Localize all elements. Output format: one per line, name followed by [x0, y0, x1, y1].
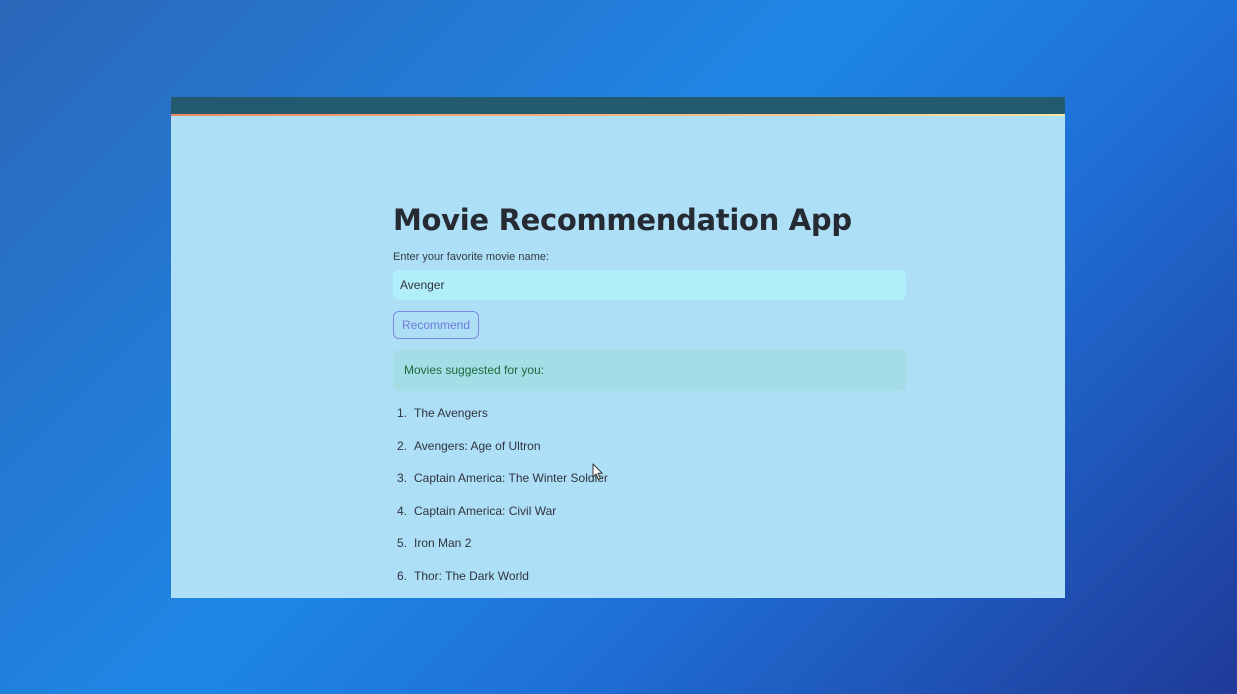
list-item-number: 1. [397, 406, 408, 420]
list-item-number: 3. [397, 471, 408, 485]
app-window: Movie Recommendation App Enter your favo… [171, 97, 1065, 598]
success-alert: Movies suggested for you: [393, 350, 906, 391]
movie-title: Iron Man 2 [414, 536, 472, 550]
movie-title: Thor: The Dark World [414, 568, 529, 583]
mouse-pointer-icon [592, 463, 603, 480]
recommend-button[interactable]: Recommend [393, 311, 480, 339]
movie-name-input[interactable]: Avenger [393, 270, 906, 300]
list-item-number: 4. [397, 503, 408, 518]
list-item: 5. Iron Man 2 [393, 527, 906, 560]
header-accent-line [171, 114, 1065, 116]
list-item: 3. Captain America: The Winter Soldier [393, 462, 906, 495]
movie-input-label: Enter your favorite movie name: [393, 251, 549, 263]
page-title: Movie Recommendation App [393, 203, 852, 237]
list-item: 1. The Avengers [393, 397, 906, 430]
movie-title: The Avengers [414, 406, 488, 420]
list-item: 4. Captain America: Civil War [393, 495, 906, 528]
list-item: 2. Avengers: Age of Ultron [393, 430, 906, 463]
list-item-number: 2. [397, 438, 408, 453]
movie-title: Avengers: Age of Ultron [414, 438, 541, 453]
main-content: Movie Recommendation App Enter your favo… [393, 196, 906, 592]
movie-title: Captain America: Civil War [414, 503, 557, 518]
list-item: 6. Thor: The Dark World [393, 560, 906, 593]
movie-list: 1. The Avengers 2. Avengers: Age of Ultron… [393, 397, 906, 592]
list-item-number: 6. [397, 568, 408, 583]
app-header-bar [171, 97, 1065, 114]
list-item-number: 5. [397, 536, 408, 550]
movie-title: Captain America: The Winter Soldier [414, 471, 608, 485]
